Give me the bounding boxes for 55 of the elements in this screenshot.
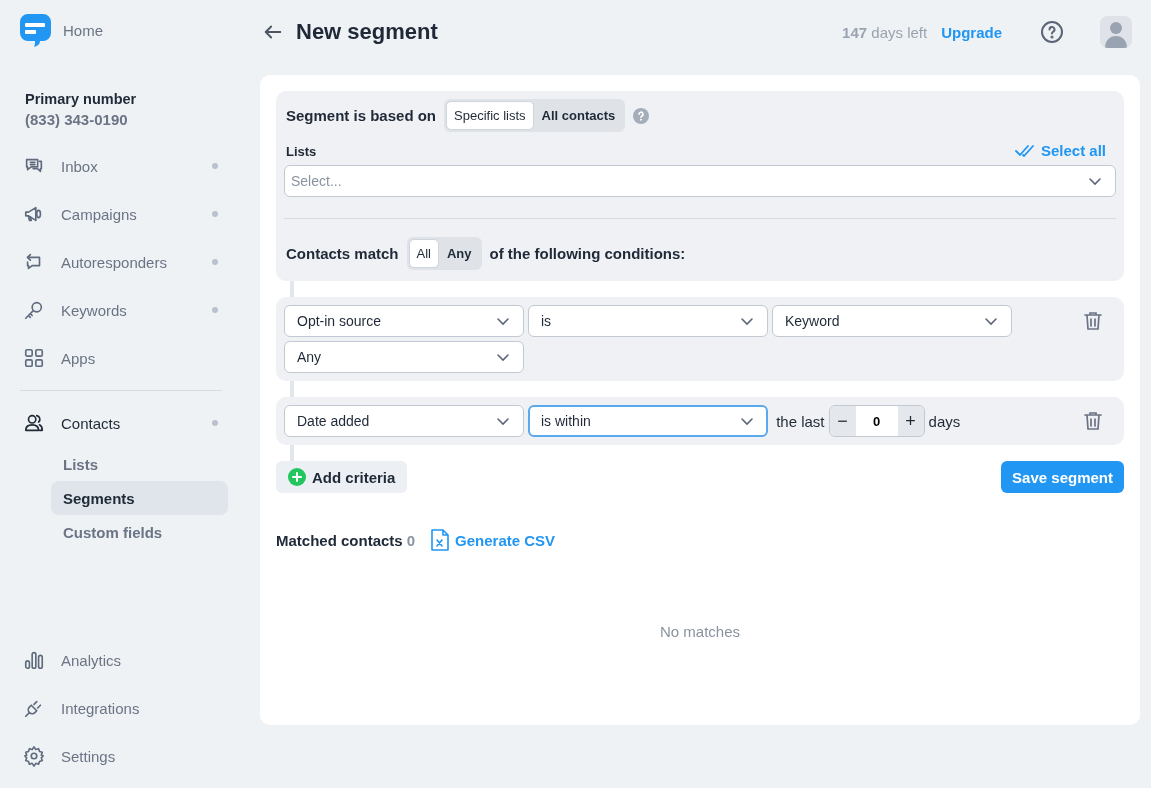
decrement-button[interactable]: − [829, 406, 856, 436]
sidebar-nav-item[interactable]: Inbox [20, 142, 244, 190]
people-icon [23, 412, 45, 434]
sidebar-sub-item[interactable]: Custom fields [51, 515, 228, 549]
plus-circle-icon [288, 468, 306, 486]
match-label: Contacts match [286, 245, 399, 262]
lists-label: Lists [285, 144, 317, 159]
based-on-option[interactable]: All contacts [533, 101, 624, 130]
trash-icon [1084, 311, 1102, 331]
delete-button[interactable] [1084, 411, 1102, 431]
add-criteria-button[interactable]: Add criteria [276, 461, 408, 493]
sidebar-sub-item[interactable]: Segments [51, 481, 228, 515]
match-option[interactable]: All [408, 239, 439, 268]
condition-select[interactable]: Date added [284, 405, 524, 437]
grid-icon [23, 347, 45, 369]
sidebar-nav-item[interactable]: Analytics [20, 636, 244, 684]
chat-logo-icon [20, 14, 51, 47]
based-on-option[interactable]: Specific lists [446, 101, 534, 130]
number-input[interactable]: 0 [855, 406, 898, 436]
page-title: New segment [296, 19, 438, 45]
condition-select[interactable]: Keyword [772, 305, 1012, 337]
sidebar-nav-item[interactable]: Autoresponders [20, 238, 244, 286]
condition-select[interactable]: is [528, 305, 768, 337]
trash-icon [1084, 411, 1102, 431]
key-icon [23, 299, 45, 321]
empty-state-text: No matches [658, 623, 741, 640]
match-suffix: of the following conditions: [489, 245, 686, 262]
range-prefix: the last [775, 412, 825, 430]
home-link[interactable]: Home [63, 22, 103, 39]
condition-select[interactable]: Any [284, 341, 524, 373]
condition-select[interactable]: Opt-in source [284, 305, 524, 337]
condition-select[interactable]: is within [528, 405, 768, 437]
double-check-icon [1014, 144, 1035, 157]
number-stepper[interactable]: − 0 + [828, 405, 925, 437]
sidebar-nav-item[interactable]: Contacts [20, 399, 244, 447]
sidebar-nav-item[interactable]: Settings [20, 732, 244, 780]
sidebar-nav-item[interactable]: Campaigns [20, 190, 244, 238]
sidebar-nav-item[interactable]: Integrations [20, 684, 244, 732]
sidebar-nav-item[interactable]: Apps [20, 334, 244, 382]
trial-days-left: 147 days left [842, 23, 928, 41]
help-icon[interactable] [1040, 20, 1064, 44]
sidebar-nav-item[interactable]: Keywords [20, 286, 244, 334]
range-suffix: days [928, 412, 961, 430]
delete-button[interactable] [1084, 311, 1102, 331]
primary-number: (833) 343-0190 [25, 111, 129, 128]
primary-number-label: Primary number [25, 91, 138, 107]
increment-button[interactable]: + [897, 406, 924, 436]
gear-icon [23, 745, 45, 767]
help-icon[interactable] [633, 107, 650, 124]
spreadsheet-file-icon [431, 529, 450, 551]
match-option[interactable]: Any [439, 239, 480, 268]
bar-chart-icon [23, 649, 45, 671]
matched-contacts-label: Matched contacts 0 [276, 531, 416, 549]
based-on-label: Segment is based on [286, 107, 437, 124]
sidebar-sub-item[interactable]: Lists [51, 447, 228, 481]
